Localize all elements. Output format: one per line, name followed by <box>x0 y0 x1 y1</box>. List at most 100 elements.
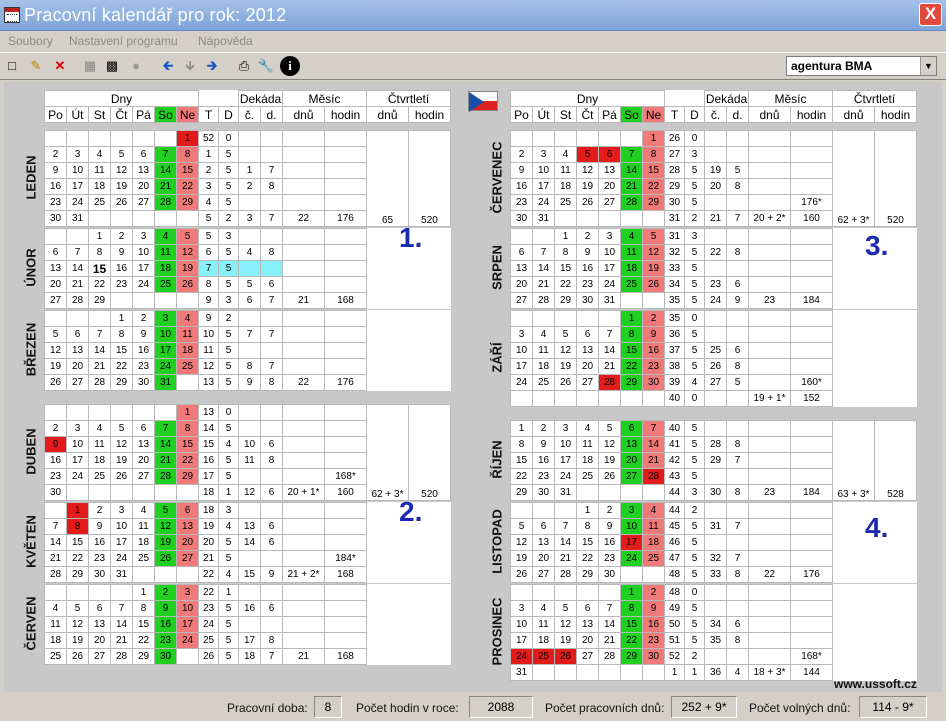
day-cell[interactable]: 4 <box>554 146 577 163</box>
day-cell[interactable]: 17 <box>554 452 577 469</box>
day-cell[interactable]: 26 <box>44 374 67 391</box>
day-cell[interactable]: 22 <box>110 358 133 375</box>
day-cell[interactable] <box>88 584 111 601</box>
day-cell[interactable]: 24 <box>510 374 533 391</box>
day-cell[interactable] <box>510 130 533 147</box>
day-cell[interactable]: 11 <box>88 162 111 179</box>
day-cell[interactable]: 5 <box>510 518 533 535</box>
day-cell[interactable]: 19 <box>110 178 133 195</box>
day-cell[interactable]: 10 <box>510 616 533 633</box>
day-cell[interactable]: 10 <box>598 244 621 261</box>
day-cell[interactable]: 18 <box>154 260 177 277</box>
day-cell[interactable]: 27 <box>576 648 599 665</box>
day-cell[interactable] <box>132 404 155 421</box>
day-cell[interactable] <box>510 584 533 601</box>
day-cell[interactable]: 12 <box>642 244 665 261</box>
day-cell[interactable]: 27 <box>598 194 621 211</box>
day-cell[interactable]: 10 <box>66 436 89 453</box>
agency-select[interactable]: agentura BMA ▼ <box>786 56 937 76</box>
day-cell[interactable] <box>510 310 533 327</box>
day-cell[interactable]: 28 <box>598 374 621 391</box>
day-cell[interactable]: 7 <box>44 518 67 535</box>
day-cell[interactable]: 1 <box>132 584 155 601</box>
day-cell[interactable] <box>110 210 133 227</box>
day-cell[interactable]: 12 <box>66 616 89 633</box>
day-cell[interactable] <box>176 648 199 665</box>
day-cell[interactable]: 4 <box>642 502 665 519</box>
day-cell[interactable]: 25 <box>132 550 155 567</box>
day-cell[interactable] <box>620 130 643 147</box>
day-cell[interactable]: 2 <box>576 228 599 245</box>
day-cell[interactable]: 5 <box>554 600 577 617</box>
day-cell[interactable] <box>110 292 133 309</box>
day-cell[interactable] <box>88 484 111 501</box>
day-cell[interactable]: 17 <box>66 178 89 195</box>
day-cell[interactable]: 10 <box>154 326 177 343</box>
day-cell[interactable] <box>554 664 577 681</box>
day-cell[interactable]: 1 <box>576 502 599 519</box>
day-cell[interactable]: 3 <box>510 326 533 343</box>
day-cell[interactable]: 22 <box>576 550 599 567</box>
day-cell[interactable]: 18 <box>132 534 155 551</box>
day-cell[interactable]: 3 <box>554 420 577 437</box>
day-cell[interactable] <box>88 404 111 421</box>
day-cell[interactable]: 12 <box>510 534 533 551</box>
day-cell[interactable]: 5 <box>110 146 133 163</box>
day-cell[interactable] <box>154 292 177 309</box>
day-cell[interactable] <box>176 374 199 391</box>
day-cell[interactable]: 29 <box>620 374 643 391</box>
day-cell[interactable] <box>176 210 199 227</box>
day-cell[interactable] <box>66 310 89 327</box>
day-cell[interactable]: 13 <box>88 616 111 633</box>
day-cell[interactable]: 25 <box>576 468 599 485</box>
day-cell[interactable]: 5 <box>66 600 89 617</box>
day-cell[interactable] <box>532 130 555 147</box>
menu-napoveda[interactable]: Nápověda <box>198 34 253 48</box>
print-icon[interactable]: ⎙ <box>234 56 254 76</box>
day-cell[interactable] <box>598 390 621 407</box>
day-cell[interactable]: 26 <box>154 550 177 567</box>
day-cell[interactable]: 20 <box>532 550 555 567</box>
day-cell[interactable]: 13 <box>532 534 555 551</box>
day-cell[interactable]: 7 <box>642 420 665 437</box>
day-cell[interactable]: 4 <box>176 310 199 327</box>
day-cell[interactable]: 22 <box>176 178 199 195</box>
day-cell[interactable]: 6 <box>132 420 155 437</box>
day-cell[interactable]: 9 <box>642 600 665 617</box>
day-cell[interactable]: 6 <box>66 326 89 343</box>
day-cell[interactable]: 31 <box>66 210 89 227</box>
day-cell[interactable]: 24 <box>110 550 133 567</box>
day-cell[interactable]: 27 <box>576 374 599 391</box>
day-cell[interactable]: 11 <box>642 518 665 535</box>
day-cell[interactable] <box>110 130 133 147</box>
day-cell[interactable]: 26 <box>554 374 577 391</box>
day-cell[interactable]: 24 <box>154 358 177 375</box>
day-cell[interactable]: 19 <box>44 358 67 375</box>
day-cell[interactable]: 23 <box>44 468 67 485</box>
day-cell[interactable]: 4 <box>132 502 155 519</box>
day-cell[interactable]: 9 <box>132 326 155 343</box>
day-cell[interactable]: 28 <box>620 194 643 211</box>
website-link[interactable]: www.ussoft.cz <box>834 677 917 691</box>
day-cell[interactable]: 20 <box>88 632 111 649</box>
day-cell[interactable]: 11 <box>576 436 599 453</box>
day-cell[interactable]: 12 <box>176 244 199 261</box>
day-cell[interactable]: 14 <box>44 534 67 551</box>
day-cell[interactable]: 10 <box>554 436 577 453</box>
day-cell[interactable]: 15 <box>176 436 199 453</box>
day-cell[interactable]: 25 <box>620 276 643 293</box>
day-cell[interactable]: 8 <box>642 146 665 163</box>
settings-icon[interactable]: 🔧 <box>256 56 276 76</box>
day-cell[interactable] <box>154 484 177 501</box>
day-cell[interactable]: 19 <box>554 632 577 649</box>
calculator-icon[interactable]: ▩ <box>102 56 122 76</box>
menu-nastaveni[interactable]: Nastavení programu <box>69 34 178 48</box>
day-cell[interactable]: 12 <box>598 436 621 453</box>
day-cell[interactable]: 13 <box>66 342 89 359</box>
day-cell[interactable]: 23 <box>110 276 133 293</box>
day-cell[interactable] <box>598 210 621 227</box>
chevron-down-icon[interactable]: ▼ <box>920 57 936 75</box>
day-cell[interactable]: 17 <box>132 260 155 277</box>
day-cell[interactable]: 5 <box>176 228 199 245</box>
day-cell[interactable]: 4 <box>532 600 555 617</box>
